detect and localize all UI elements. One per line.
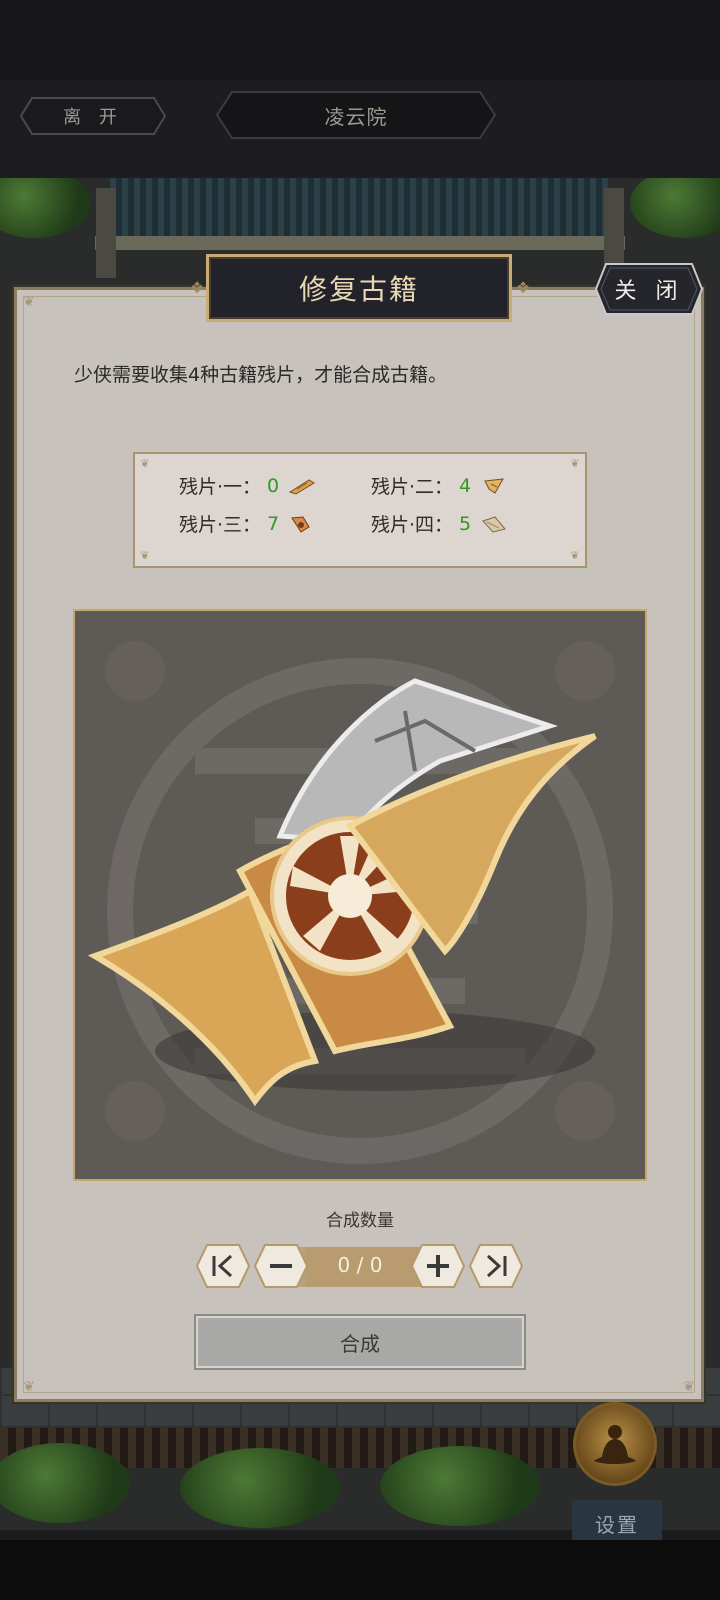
foliage xyxy=(380,1446,540,1526)
foliage xyxy=(630,178,720,238)
title-ornament-icon: ❖ xyxy=(515,278,531,297)
fragment-count: 5 xyxy=(459,512,472,535)
corner-ornament-icon: ❦ xyxy=(570,457,580,470)
scroll-fragment-icon xyxy=(482,515,507,533)
skip-to-end-icon xyxy=(468,1244,524,1288)
status-bar xyxy=(0,0,720,80)
fragment-label: 残片·一： xyxy=(179,476,262,498)
quantity-value: 0 / 0 xyxy=(337,1253,383,1277)
fragment-count: 7 xyxy=(267,512,280,535)
fragment-item-1: 残片·一： 0 xyxy=(179,472,316,499)
location-title-plate: 凌云院 xyxy=(216,91,496,139)
leave-button-label: 离 开 xyxy=(63,107,123,128)
increase-quantity-button[interactable] xyxy=(410,1243,466,1289)
dialog-title: 修复古籍 xyxy=(206,254,512,322)
plus-icon xyxy=(410,1244,466,1288)
fragment-item-4: 残片·四： 5 xyxy=(371,510,507,537)
fragment-label: 残片·三： xyxy=(179,514,262,536)
fragment-label: 残片·二： xyxy=(371,476,454,498)
title-ornament-icon: ❖ xyxy=(189,278,205,297)
fragment-item-2: 残片·二： 4 xyxy=(371,472,507,499)
foliage xyxy=(0,1443,130,1523)
location-title: 凌云院 xyxy=(324,104,388,129)
corner-ornament-icon: ❦ xyxy=(23,294,35,310)
meditating-figure-icon xyxy=(594,1425,636,1464)
corner-ornament-icon: ❦ xyxy=(570,549,580,562)
corner-ornament-icon: ❦ xyxy=(140,549,150,562)
scroll-fragment-icon xyxy=(291,515,310,533)
min-quantity-button[interactable] xyxy=(195,1243,251,1289)
bottom-strip xyxy=(0,1540,720,1600)
ancient-book-artwork xyxy=(73,609,647,1181)
decrease-quantity-button[interactable] xyxy=(253,1243,309,1289)
fragment-count: 4 xyxy=(459,474,472,497)
instruction-text: 少侠需要收集4种古籍残片，才能合成古籍。 xyxy=(74,364,448,386)
ancient-book-fragments-image xyxy=(87,641,615,1164)
corner-ornament-icon: ❦ xyxy=(683,1379,695,1395)
fragment-item-3: 残片·三： 7 xyxy=(179,510,315,537)
compose-button[interactable]: 合成 xyxy=(196,1316,524,1368)
foliage xyxy=(180,1448,340,1528)
close-button-label: 关 闭 xyxy=(614,279,684,304)
corner-ornament-icon: ❦ xyxy=(140,457,150,470)
max-quantity-button[interactable] xyxy=(468,1243,524,1289)
foliage xyxy=(0,178,90,238)
fragment-label: 残片·四： xyxy=(371,514,454,536)
top-bar: 离 开 凌云院 xyxy=(0,80,720,178)
fragment-count-box: ❦ ❦ ❦ ❦ 残片·一： 0 残片·二： 4 残片·三： 7 残片·四： 5 xyxy=(133,452,587,568)
meditate-button[interactable] xyxy=(573,1402,657,1486)
building-beam xyxy=(95,236,625,250)
close-button[interactable]: 关 闭 xyxy=(594,262,704,316)
pillar-left xyxy=(96,188,116,278)
quantity-label: 合成数量 xyxy=(326,1211,394,1231)
scroll-fragment-icon xyxy=(484,477,505,494)
skip-to-start-icon xyxy=(195,1244,251,1288)
scroll-fragment-icon xyxy=(289,478,316,495)
leave-button[interactable]: 离 开 xyxy=(20,97,166,135)
fragment-count: 0 xyxy=(267,474,280,497)
minus-icon xyxy=(253,1244,309,1288)
corner-ornament-icon: ❦ xyxy=(23,1379,35,1395)
